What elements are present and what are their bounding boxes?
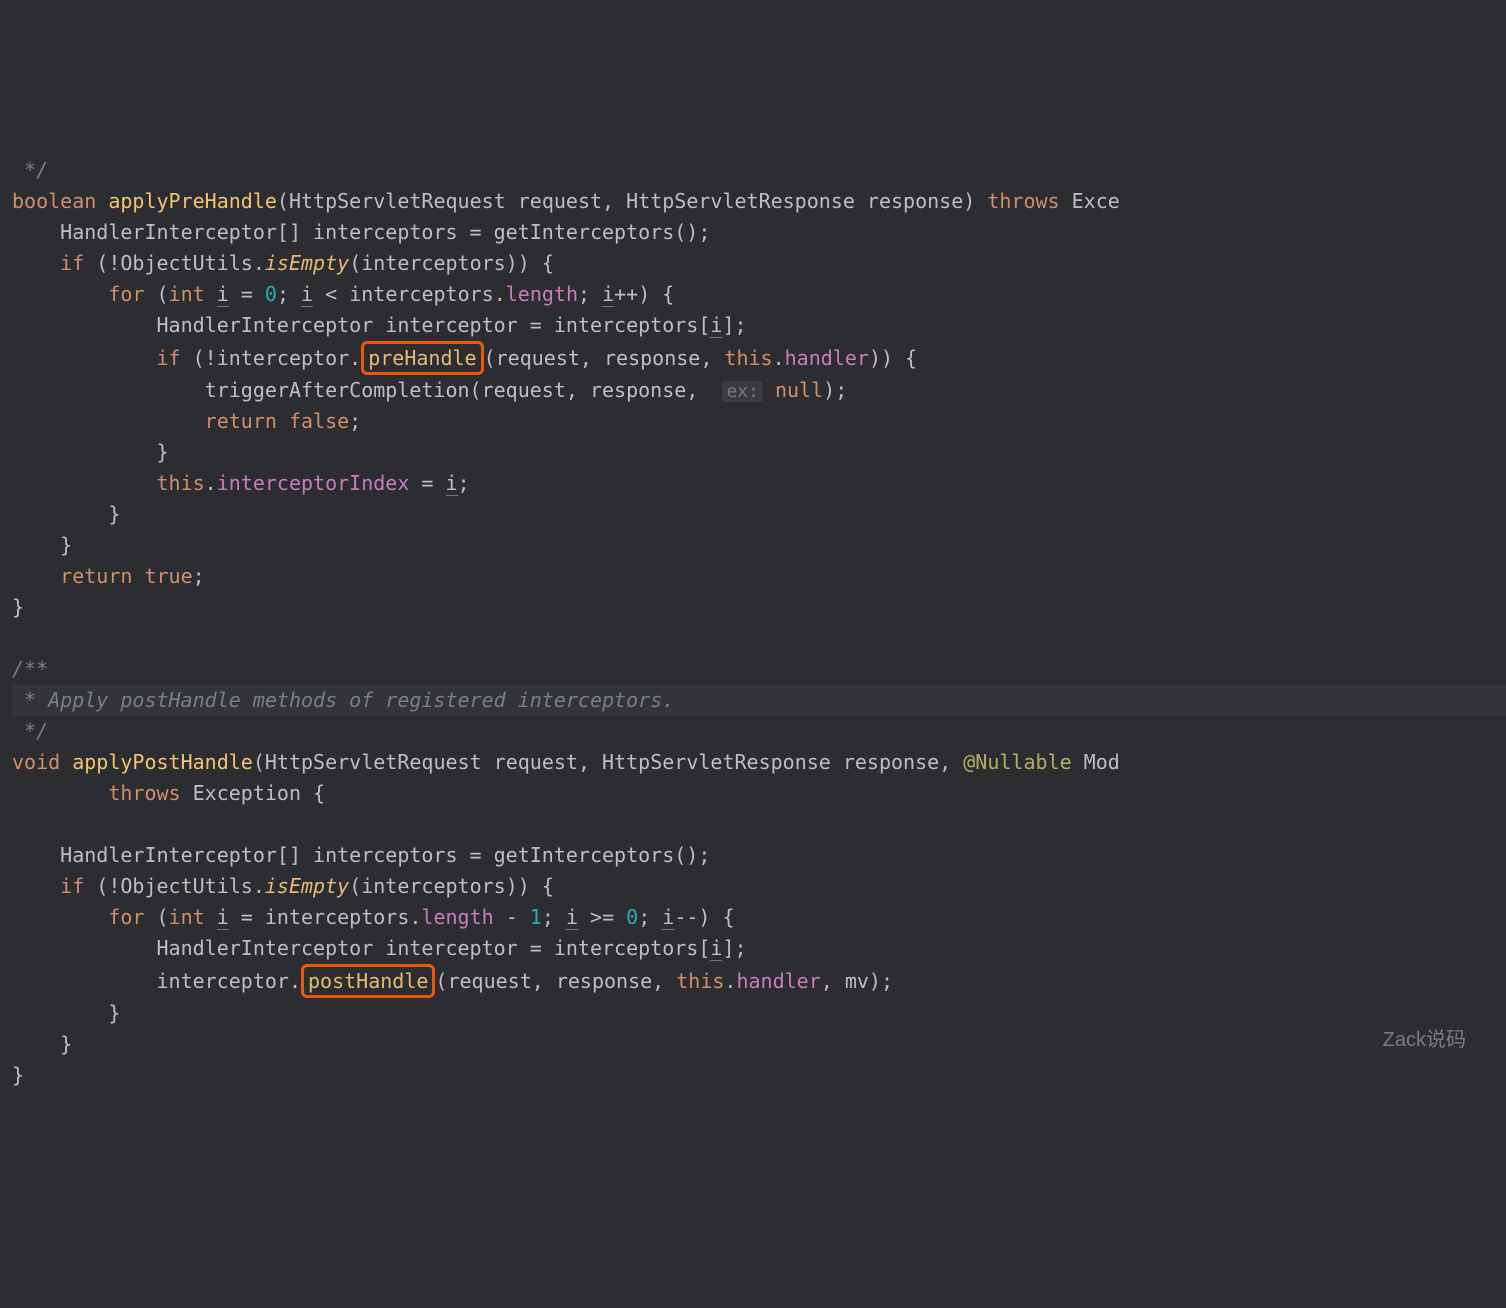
- code-line: }: [12, 533, 72, 557]
- current-line: * Apply postHandle methods of registered…: [12, 685, 1506, 716]
- highlight-posthandle: postHandle: [301, 964, 435, 998]
- code-line: if (!interceptor.preHandle(request, resp…: [12, 346, 917, 370]
- watermark: Zack说码: [1383, 1025, 1466, 1056]
- code-line: throws Exception {: [12, 781, 325, 805]
- code-line: boolean applyPreHandle(HttpServletReques…: [12, 189, 1120, 213]
- code-line: }: [12, 1032, 72, 1056]
- code-line: HandlerInterceptor interceptor = interce…: [12, 936, 747, 961]
- code-line: }: [12, 440, 169, 464]
- highlight-prehandle: preHandle: [361, 341, 483, 375]
- code-line: if (!ObjectUtils.isEmpty(interceptors)) …: [12, 874, 554, 898]
- code-line: HandlerInterceptor[] interceptors = getI…: [12, 843, 710, 867]
- parameter-hint: ex:: [722, 381, 763, 402]
- code-line: for (int i = 0; i < interceptors.length;…: [12, 282, 674, 307]
- code-line: void applyPostHandle(HttpServletRequest …: [12, 750, 1120, 774]
- comment-close: */: [12, 158, 48, 182]
- code-line: for (int i = interceptors.length - 1; i …: [12, 905, 735, 930]
- javadoc-open: /**: [12, 657, 48, 681]
- code-editor[interactable]: */ boolean applyPreHandle(HttpServletReq…: [12, 124, 1506, 1091]
- code-line: HandlerInterceptor interceptor = interce…: [12, 313, 747, 338]
- code-line: return true;: [12, 564, 205, 588]
- code-line: }: [12, 1063, 24, 1087]
- code-line: if (!ObjectUtils.isEmpty(interceptors)) …: [12, 251, 554, 275]
- code-line: this.interceptorIndex = i;: [12, 471, 470, 496]
- code-line: }: [12, 1001, 120, 1025]
- code-line: interceptor.postHandle(request, response…: [12, 969, 893, 993]
- code-line: return false;: [12, 409, 361, 433]
- code-line: }: [12, 502, 120, 526]
- code-line: }: [12, 595, 24, 619]
- code-line: triggerAfterCompletion(request, response…: [12, 378, 847, 402]
- code-line: HandlerInterceptor[] interceptors = getI…: [12, 220, 710, 244]
- javadoc-close: */: [12, 719, 48, 743]
